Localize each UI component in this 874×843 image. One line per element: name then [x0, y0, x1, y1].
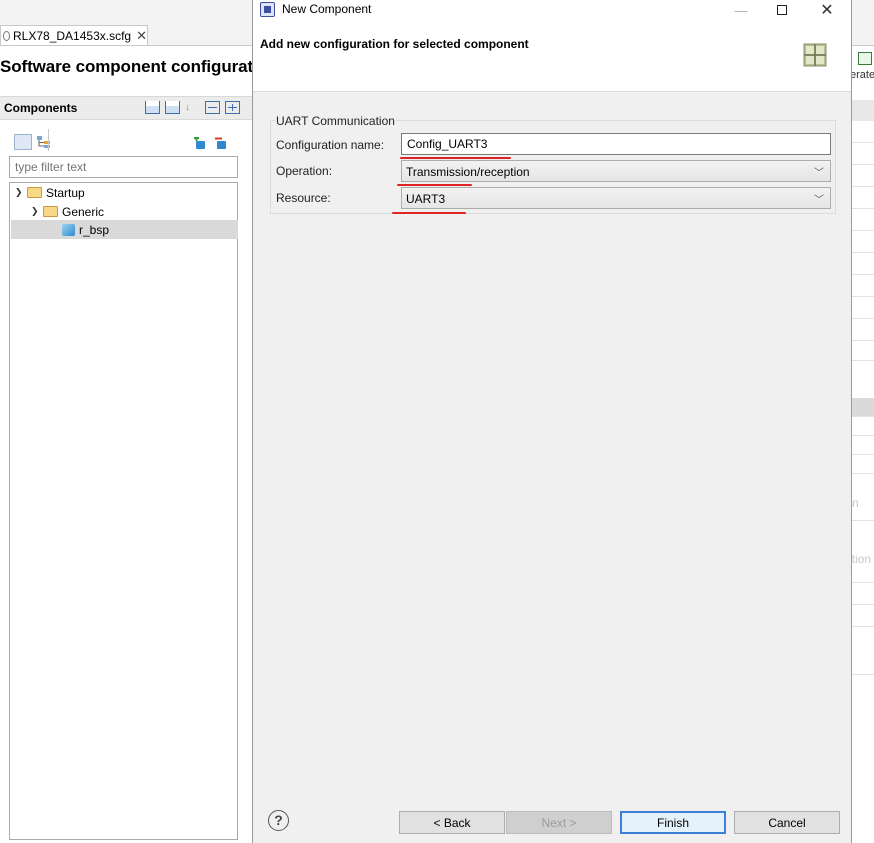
annotation-underline [400, 157, 511, 159]
group-title: UART Communication [275, 114, 396, 128]
dialog-footer: ? < Back Next > Finish Cancel [253, 792, 851, 843]
annotation-underline [392, 212, 466, 214]
filter-input[interactable] [9, 156, 238, 178]
operation-value: Transmission/reception [406, 165, 530, 179]
collapse-all-icon[interactable] [205, 101, 220, 114]
close-button[interactable]: ✕ [807, 0, 847, 20]
chevron-down-icon[interactable]: ❯ [31, 206, 43, 217]
right-panel-header [852, 100, 874, 121]
tree-item-label: Generic [62, 204, 105, 219]
dialog-banner: Add new configuration for selected compo… [253, 20, 851, 92]
expand-all-icon[interactable] [225, 101, 240, 114]
dialog-title: New Component [282, 2, 372, 16]
config-name-input[interactable] [401, 133, 831, 155]
chevron-down-icon[interactable]: ❯ [15, 187, 27, 198]
help-icon[interactable]: ? [268, 810, 289, 831]
tree-selection-highlight [11, 220, 238, 239]
app-icon [260, 2, 275, 17]
function-view-icon[interactable] [36, 134, 54, 150]
editor-tab-label: RLX78_DA1453x.scfg [13, 29, 132, 43]
tree-item-startup[interactable]: ❯ Startup [15, 183, 85, 202]
components-title: Components [4, 101, 78, 115]
page-title: Software component configuratio [0, 57, 268, 76]
folder-icon [27, 187, 42, 198]
operation-select[interactable]: Transmission/reception ﹀ [401, 160, 831, 182]
operation-label: Operation: [276, 164, 333, 178]
right-panel-selected-row [852, 398, 874, 416]
annotation-underline [397, 184, 472, 186]
resource-select[interactable]: UART3 ﹀ [401, 187, 831, 209]
next-button[interactable]: Next > [506, 811, 612, 834]
sort-icon[interactable]: ↓ [185, 101, 200, 114]
tree-item-label: Startup [46, 185, 85, 200]
folder-icon [43, 206, 58, 217]
dialog-titlebar[interactable]: New Component — ✕ [253, 0, 851, 20]
maximize-icon [777, 5, 787, 15]
generate-code-icon[interactable] [858, 52, 872, 65]
tree-item-label: r_bsp [79, 222, 110, 237]
tree-item-generic[interactable]: ❯ Generic [31, 202, 104, 221]
maximize-button[interactable] [762, 0, 802, 20]
cancel-button[interactable]: Cancel [734, 811, 840, 834]
right-panel-text: n [852, 496, 859, 510]
resource-value: UART3 [406, 192, 446, 206]
right-panel-strip [852, 46, 874, 843]
editor-tab[interactable]: RLX78_DA1453x.scfg ✕ [0, 25, 148, 46]
components-toolbar: ↓ [145, 101, 240, 114]
category-view-icon[interactable] [14, 134, 32, 150]
new-component-dialog: New Component — ✕ Add new configuration … [252, 0, 852, 843]
components-header: Components ↓ [0, 96, 252, 120]
config-name-label: Configuration name: [276, 138, 385, 152]
component-grid-icon [803, 43, 827, 67]
chevron-down-icon: ﹀ [814, 195, 824, 206]
generate-code-label[interactable]: erate [850, 69, 874, 81]
close-icon[interactable]: ✕ [136, 28, 147, 44]
settings-icon [3, 31, 11, 41]
back-button[interactable]: < Back [399, 811, 505, 834]
minimize-button[interactable]: — [721, 0, 761, 20]
component-tree: ❯ Startup ❯ Generic r_bsp [9, 182, 238, 840]
chevron-down-icon: ﹀ [814, 168, 824, 179]
remove-component-icon[interactable] [214, 137, 228, 150]
add-component-icon[interactable] [193, 136, 207, 150]
finish-button[interactable]: Finish [620, 811, 726, 834]
export-icon[interactable] [165, 101, 180, 114]
tree-item-r-bsp[interactable]: r_bsp [62, 220, 109, 239]
toolbar-separator [48, 129, 49, 151]
component-icon [62, 223, 75, 236]
resource-label: Resource: [276, 191, 331, 205]
banner-title: Add new configuration for selected compo… [260, 37, 529, 51]
import-icon[interactable] [145, 101, 160, 114]
